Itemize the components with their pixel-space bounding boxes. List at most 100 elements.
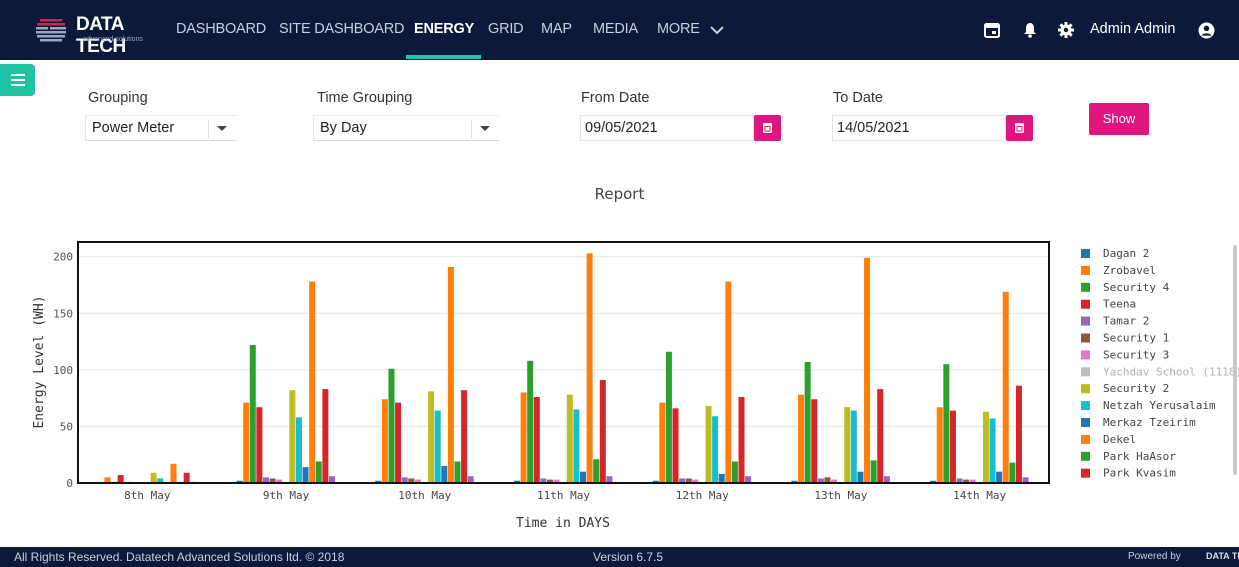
legend-item: Netzah Yerusalaim — [1103, 399, 1216, 412]
bar — [527, 360, 534, 483]
nav-grid[interactable]: GRID — [488, 21, 524, 37]
nav-more[interactable]: MORE — [657, 21, 724, 37]
bar — [712, 416, 719, 483]
bar — [982, 411, 989, 483]
bar — [309, 281, 316, 483]
legend-item: Merkaz Tzeirim — [1103, 416, 1196, 429]
nav-site-dashboard[interactable]: SITE DASHBOARD — [279, 21, 405, 37]
bar — [883, 476, 890, 483]
bar — [1009, 462, 1016, 483]
bar — [996, 471, 1003, 483]
time-grouping-select[interactable]: By Day — [313, 115, 500, 141]
bar — [580, 471, 586, 483]
bar — [745, 476, 752, 483]
nav-media[interactable]: MEDIA — [593, 21, 638, 37]
bar — [467, 476, 474, 483]
grouping-select[interactable]: Power Meter — [85, 115, 237, 141]
calendar-icon — [1015, 123, 1024, 133]
calendar-icon — [763, 123, 772, 133]
bar — [593, 459, 600, 483]
x-tick-label: 8th May — [124, 489, 171, 502]
bar — [533, 397, 540, 483]
to-date-label: To Date — [833, 90, 883, 106]
bell-icon[interactable] — [1022, 22, 1038, 38]
dropdown-arrow-icon — [217, 126, 227, 131]
bar — [857, 471, 864, 483]
bar — [718, 473, 725, 483]
brand-logo[interactable]: DATA TECH advanced solutions — [36, 12, 176, 57]
legend-item: Park HaAsor — [1103, 450, 1176, 463]
bar — [289, 390, 296, 483]
bar — [434, 410, 441, 483]
legend-item: Dagan 2 — [1103, 247, 1149, 260]
nav-energy[interactable]: ENERGY — [414, 21, 474, 37]
top-navbar: DATA TECH advanced solutions DASHBOARD S… — [0, 0, 1239, 60]
bar — [454, 461, 461, 483]
bar — [738, 397, 745, 483]
legend-swatch — [1081, 249, 1090, 258]
x-tick-label: 13th May — [814, 489, 867, 502]
user-circle-icon[interactable] — [1198, 22, 1215, 39]
y-tick-label: 200 — [53, 251, 73, 264]
y-tick-label: 50 — [60, 420, 73, 433]
legend-item: Security 2 — [1103, 382, 1169, 395]
x-tick-label: 9th May — [263, 489, 310, 502]
side-menu-toggle[interactable] — [0, 64, 35, 96]
bar — [441, 466, 448, 483]
y-tick-label: 100 — [53, 364, 73, 377]
legend-swatch — [1081, 434, 1090, 444]
energy-report-page: DATA TECH advanced solutions DASHBOARD S… — [0, 0, 1239, 567]
y-tick-label: 150 — [53, 307, 73, 320]
bar — [850, 410, 857, 483]
legend-item: Security 1 — [1103, 332, 1169, 345]
bar — [725, 281, 732, 483]
dropdown-arrow-icon — [480, 126, 490, 131]
to-date-input[interactable]: 14/05/2021 — [832, 115, 1006, 141]
bar — [989, 418, 996, 483]
vertical-scrollbar[interactable] — [1233, 245, 1237, 475]
bar — [586, 253, 593, 483]
bar — [936, 407, 943, 483]
bar — [949, 410, 956, 483]
legend-swatch — [1081, 350, 1090, 360]
from-date-picker-button[interactable] — [754, 115, 781, 141]
bar — [943, 364, 950, 483]
bar — [1015, 385, 1022, 483]
bar — [573, 409, 580, 483]
legend-swatch — [1081, 333, 1090, 343]
bar — [665, 351, 672, 483]
bar — [381, 399, 388, 483]
bar — [249, 344, 256, 483]
bar — [428, 391, 435, 483]
from-date-label: From Date — [581, 90, 650, 106]
bar — [804, 361, 811, 483]
legend-item: Park Kvasim — [1103, 467, 1176, 480]
calendar-icon[interactable] — [984, 22, 1000, 38]
footer: All Rights Reserved. Datatech Advanced S… — [0, 547, 1239, 567]
legend-swatch — [1081, 299, 1090, 309]
legend-swatch — [1081, 316, 1090, 326]
legend-swatch — [1081, 367, 1090, 377]
user-name[interactable]: Admin Admin — [1090, 21, 1175, 37]
show-button[interactable]: Show — [1089, 103, 1149, 135]
bar — [388, 368, 395, 483]
gear-icon[interactable] — [1058, 22, 1074, 38]
bar — [811, 399, 818, 483]
legend-swatch — [1081, 282, 1090, 292]
x-tick-label: 11th May — [537, 489, 590, 502]
bar — [659, 402, 666, 483]
bar — [461, 390, 468, 483]
x-tick-label: 12th May — [676, 489, 729, 502]
nav-dashboard[interactable]: DASHBOARD — [176, 21, 266, 37]
legend-item: Security 3 — [1103, 348, 1169, 361]
from-date-input[interactable]: 09/05/2021 — [580, 115, 754, 141]
bar — [315, 461, 322, 483]
grouping-label: Grouping — [88, 90, 148, 106]
nav-map[interactable]: MAP — [541, 21, 572, 37]
legend-item: Security 4 — [1103, 281, 1170, 294]
active-tab-indicator — [406, 55, 481, 59]
nav-more-label: MORE — [657, 21, 700, 37]
legend-item: Teena — [1103, 298, 1136, 311]
to-date-picker-button[interactable] — [1006, 115, 1033, 141]
bar — [606, 476, 613, 483]
